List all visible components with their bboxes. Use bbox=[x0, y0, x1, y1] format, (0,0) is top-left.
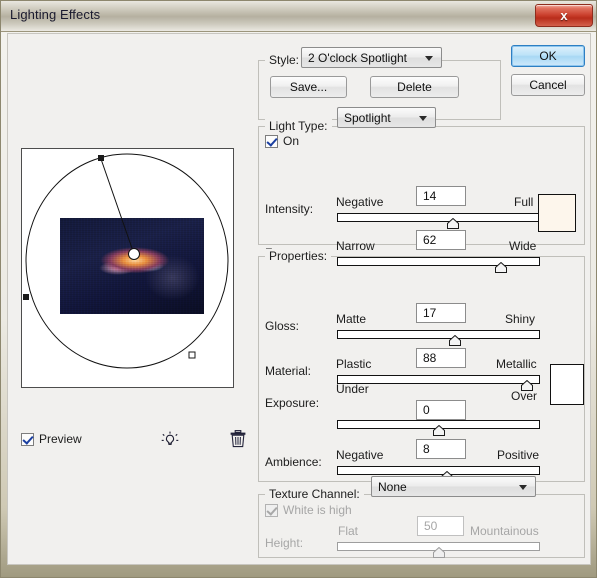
style-combobox[interactable]: 2 O'clock Spotlight bbox=[301, 47, 442, 68]
light-on-checkbox-row[interactable]: On bbox=[265, 134, 299, 148]
texture-channel-group-label: Texture Channel: bbox=[265, 487, 364, 501]
preview-checkbox[interactable] bbox=[21, 432, 34, 446]
save-button[interactable]: Save... bbox=[270, 76, 347, 98]
gloss-label: Gloss: bbox=[265, 319, 300, 333]
height-max-label: Mountainous bbox=[470, 524, 539, 538]
white-is-high-checkbox[interactable] bbox=[265, 503, 278, 517]
height-value-text: 50 bbox=[424, 519, 438, 533]
dialog-client-area: Preview Style: 2 O'clock Spotlight Save.… bbox=[7, 33, 591, 565]
exposure-slider-thumb[interactable] bbox=[432, 425, 445, 436]
light-color-swatch[interactable] bbox=[538, 194, 576, 232]
style-combobox-value: 2 O'clock Spotlight bbox=[308, 51, 408, 65]
height-value-input[interactable]: 50 bbox=[417, 516, 464, 536]
focus-min-label: Narrow bbox=[336, 239, 375, 253]
intensity-label: Intensity: bbox=[265, 202, 314, 216]
height-slider-thumb[interactable] bbox=[432, 547, 445, 558]
chevron-down-icon bbox=[419, 116, 427, 121]
close-button[interactable]: x bbox=[535, 4, 593, 27]
style-label: Style: bbox=[265, 53, 304, 67]
gloss-slider-thumb[interactable] bbox=[448, 335, 461, 346]
exposure-value-input[interactable]: 0 bbox=[416, 400, 466, 420]
light-on-label: On bbox=[283, 134, 300, 148]
material-max-label: Metallic bbox=[496, 357, 537, 371]
preview-checkbox-label: Preview bbox=[39, 432, 82, 446]
height-min-label: Flat bbox=[338, 524, 359, 538]
title-bar[interactable]: Lighting Effects x bbox=[1, 1, 596, 32]
trash-icon[interactable] bbox=[230, 430, 246, 453]
gloss-value-input[interactable]: 17 bbox=[416, 303, 466, 323]
properties-group-label: Properties: bbox=[265, 249, 332, 263]
lighting-effects-dialog: Lighting Effects x Preview Style: 2 O'cl… bbox=[0, 0, 597, 578]
material-value-input[interactable]: 88 bbox=[416, 348, 466, 368]
exposure-value-text: 0 bbox=[423, 403, 430, 417]
height-slider[interactable] bbox=[337, 542, 540, 558]
white-is-high-label: White is high bbox=[283, 503, 352, 517]
exposure-label: Exposure: bbox=[265, 396, 320, 410]
delete-button[interactable]: Delete bbox=[370, 76, 459, 98]
intensity-slider[interactable] bbox=[337, 213, 540, 229]
chevron-down-icon bbox=[519, 485, 527, 490]
ambience-value-text: 8 bbox=[423, 442, 430, 456]
gloss-max-label: Shiny bbox=[505, 312, 536, 326]
window-title: Lighting Effects bbox=[10, 7, 101, 22]
texture-channel-combobox[interactable]: None bbox=[371, 476, 536, 497]
material-label: Material: bbox=[265, 364, 312, 378]
light-type-group-label: Light Type: bbox=[265, 119, 332, 133]
material-value-text: 88 bbox=[423, 351, 437, 365]
height-label: Height: bbox=[265, 536, 304, 550]
save-button-label: Save... bbox=[289, 80, 328, 94]
intensity-max-label: Full bbox=[514, 195, 534, 209]
light-type-combobox[interactable]: Spotlight bbox=[337, 107, 436, 128]
intensity-min-label: Negative bbox=[336, 195, 384, 209]
cancel-button-label: Cancel bbox=[529, 78, 567, 92]
ambience-max-label: Positive bbox=[497, 448, 540, 462]
light-type-combobox-value: Spotlight bbox=[344, 111, 391, 125]
focus-value-text: 62 bbox=[423, 233, 437, 247]
ambience-value-input[interactable]: 8 bbox=[416, 439, 466, 459]
light-ellipse-overlay[interactable] bbox=[22, 149, 233, 387]
gloss-slider[interactable] bbox=[337, 330, 540, 346]
focus-max-label: Wide bbox=[509, 239, 537, 253]
close-icon: x bbox=[560, 8, 568, 23]
texture-channel-combobox-value: None bbox=[378, 480, 407, 494]
light-on-checkbox[interactable] bbox=[265, 134, 278, 148]
preview-canvas[interactable] bbox=[21, 148, 234, 388]
material-color-swatch[interactable] bbox=[550, 364, 584, 405]
ambience-label: Ambience: bbox=[265, 455, 322, 469]
exposure-slider[interactable] bbox=[337, 420, 540, 436]
preview-checkbox-row[interactable]: Preview bbox=[21, 432, 236, 446]
intensity-value-input[interactable]: 14 bbox=[416, 186, 466, 206]
ambience-min-label: Negative bbox=[336, 448, 384, 462]
preview-toolbar: Preview bbox=[21, 430, 246, 450]
exposure-max-label: Over bbox=[511, 389, 538, 403]
ok-button[interactable]: OK bbox=[511, 45, 585, 67]
ok-button-label: OK bbox=[539, 49, 557, 63]
chevron-down-icon bbox=[425, 56, 433, 61]
intensity-slider-thumb[interactable] bbox=[446, 218, 459, 229]
exposure-min-label: Under bbox=[336, 382, 369, 396]
ambience-slider[interactable] bbox=[337, 466, 540, 482]
white-is-high-checkbox-row[interactable]: White is high bbox=[265, 503, 352, 517]
gloss-value-text: 17 bbox=[423, 306, 437, 320]
delete-button-label: Delete bbox=[397, 80, 432, 94]
material-min-label: Plastic bbox=[336, 357, 372, 371]
lightbulb-icon[interactable] bbox=[161, 431, 179, 454]
focus-value-input[interactable]: 62 bbox=[416, 230, 466, 250]
intensity-value-text: 14 bbox=[423, 189, 437, 203]
cancel-button[interactable]: Cancel bbox=[511, 74, 585, 96]
gloss-min-label: Matte bbox=[336, 312, 367, 326]
